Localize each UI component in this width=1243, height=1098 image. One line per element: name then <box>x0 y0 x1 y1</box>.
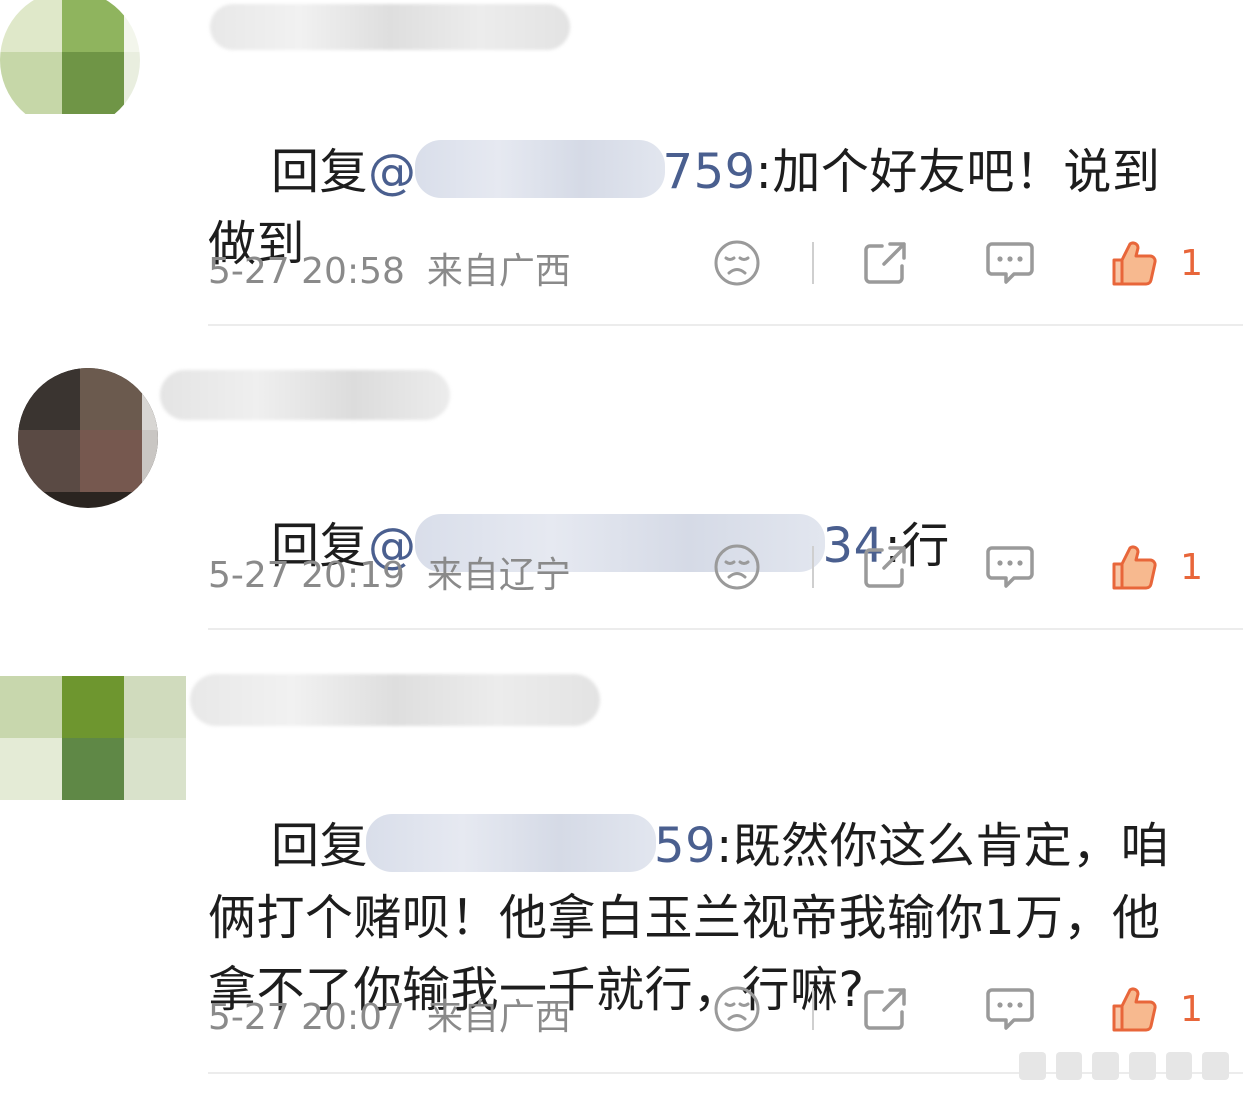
dislike-button[interactable] <box>712 984 762 1034</box>
reply-prefix: 回复 <box>271 818 369 874</box>
like-button[interactable]: 1 <box>1108 542 1203 592</box>
comment-actions: 1 <box>712 238 1203 288</box>
reply-button[interactable] <box>984 542 1036 592</box>
comment-item: 回复@ 34:行 5-27 20:19 来自辽宁 1 <box>0 326 1243 630</box>
share-icon <box>864 988 906 1030</box>
reply-prefix: 回复 <box>271 144 369 200</box>
share-icon <box>864 546 906 588</box>
username-masked[interactable] <box>160 370 450 420</box>
avatar[interactable] <box>0 676 186 806</box>
reply-button[interactable] <box>984 238 1036 288</box>
location: 来自广西 <box>426 251 571 292</box>
divider <box>812 546 815 588</box>
sad-face-icon <box>714 544 760 590</box>
reply-button[interactable] <box>984 984 1036 1034</box>
comment-meta: 5-27 20:07 来自广西 <box>208 988 571 1040</box>
timestamp: 5-27 20:58 <box>208 251 405 292</box>
mention-mask <box>366 814 657 872</box>
reply-text: 回复 59:既然你这么肯定，咱俩打个赌呗！他拿白玉兰视帝我输你1万，他拿不了你输我… <box>208 738 1208 1098</box>
share-button[interactable] <box>860 984 910 1034</box>
mention-link[interactable]: @759 <box>368 140 756 200</box>
mention-link[interactable]: 59 <box>366 814 716 874</box>
thumbs-up-icon <box>1112 545 1157 590</box>
avatar[interactable] <box>18 368 158 508</box>
comment-bubble-icon <box>986 242 1034 284</box>
share-button[interactable] <box>860 238 910 288</box>
timestamp: 5-27 20:07 <box>208 997 405 1038</box>
share-button[interactable] <box>860 542 910 592</box>
watermark-strip <box>1019 1052 1230 1080</box>
username-masked[interactable] <box>210 4 570 50</box>
comment-item: 回复 59:既然你这么肯定，咱俩打个赌呗！他拿白玉兰视帝我输你1万，他拿不了你输我… <box>0 630 1243 1094</box>
comment-meta: 5-27 20:19 来自辽宁 <box>208 546 571 598</box>
comment-meta: 5-27 20:58 来自广西 <box>208 242 571 294</box>
dislike-button[interactable] <box>712 238 762 288</box>
like-button[interactable]: 1 <box>1108 238 1203 288</box>
like-count: 1 <box>1180 546 1203 588</box>
comment-actions: 1 <box>712 984 1203 1034</box>
divider <box>812 988 815 1030</box>
dislike-button[interactable] <box>712 542 762 592</box>
username-masked[interactable] <box>190 674 600 726</box>
location: 来自辽宁 <box>426 555 571 596</box>
thumbs-up-icon <box>1112 241 1157 286</box>
sad-face-icon <box>714 240 760 286</box>
comment-actions: 1 <box>712 542 1203 592</box>
timestamp: 5-27 20:19 <box>208 555 405 596</box>
like-count: 1 <box>1180 988 1203 1030</box>
comment-item: 回复@ 759:加个好友吧！说到做到 5-27 20:58 来自广西 1 <box>0 0 1243 326</box>
thumbs-up-icon <box>1112 987 1157 1032</box>
comment-bubble-icon <box>986 546 1034 588</box>
avatar[interactable] <box>0 0 140 130</box>
mention-mask <box>414 140 665 198</box>
divider <box>812 242 815 284</box>
share-icon <box>864 242 906 284</box>
like-button[interactable]: 1 <box>1108 984 1203 1034</box>
location: 来自广西 <box>426 997 571 1038</box>
comment-bubble-icon <box>986 988 1034 1030</box>
reply-text: 回复@ 759:加个好友吧！说到做到 <box>208 64 1208 352</box>
sad-face-icon <box>714 986 760 1032</box>
like-count: 1 <box>1180 242 1203 284</box>
